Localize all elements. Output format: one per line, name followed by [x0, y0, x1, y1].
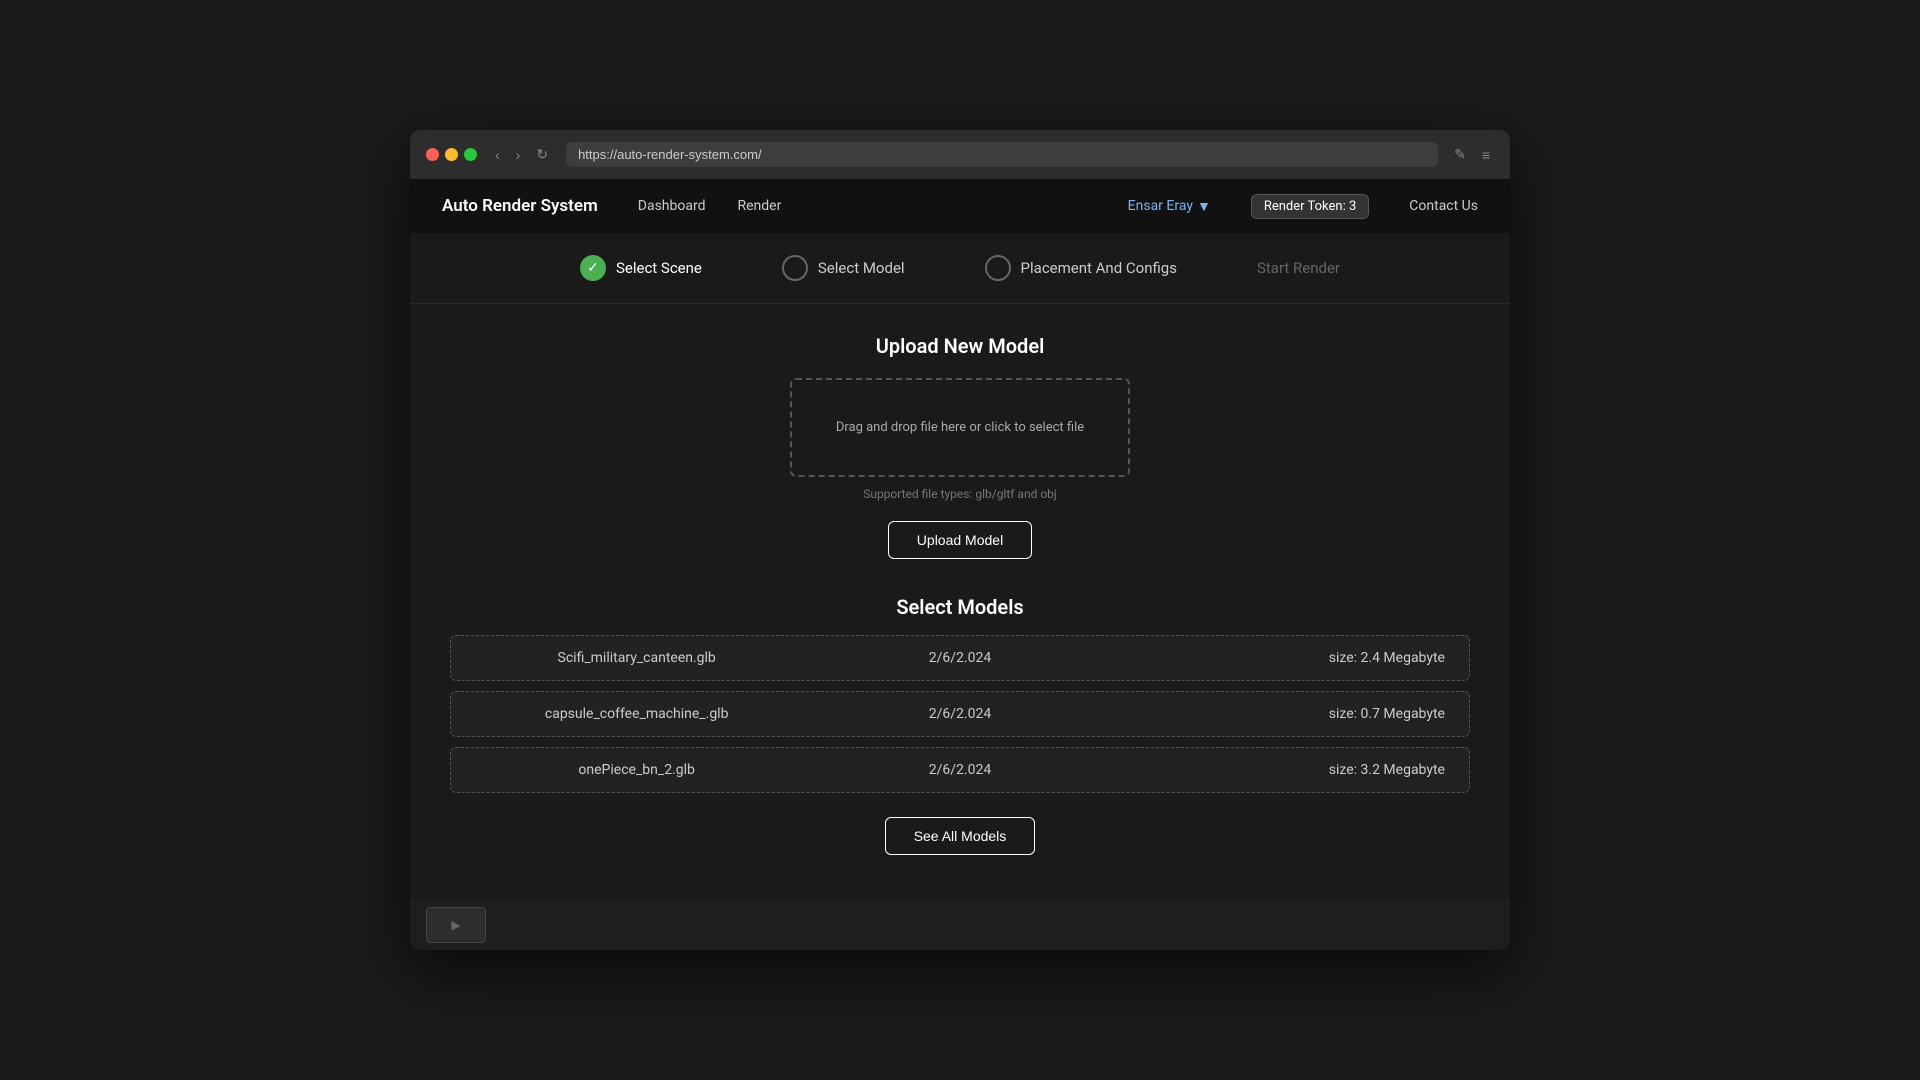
nav-user-dropdown[interactable]: Ensar Eray ▼: [1128, 198, 1211, 215]
browser-actions: ✎ ≡: [1450, 144, 1494, 165]
bottom-bar: ▶: [410, 900, 1510, 950]
upload-btn-container: Upload Model: [450, 521, 1470, 559]
models-section-title: Select Models: [450, 595, 1470, 619]
browser-chrome: ‹ › ↻ ✎ ≡: [410, 130, 1510, 179]
model-name-0: Scifi_military_canteen.glb: [475, 650, 798, 666]
see-all-btn-container: See All Models: [450, 817, 1470, 855]
traffic-lights: [426, 148, 477, 161]
step-label-placement: Placement And Configs: [1021, 259, 1177, 277]
file-dropzone[interactable]: Drag and drop file here or click to sele…: [790, 378, 1130, 477]
step-label-select-scene: Select Scene: [616, 259, 702, 277]
step-label-select-model: Select Model: [818, 259, 905, 277]
nav-links: Dashboard Render: [638, 198, 1088, 214]
model-size-2: size: 3.2 Megabyte: [1122, 762, 1445, 778]
model-date-2: 2/6/2.024: [798, 762, 1121, 778]
model-row[interactable]: onePiece_bn_2.glb 2/6/2.024 size: 3.2 Me…: [450, 747, 1470, 793]
model-name-2: onePiece_bn_2.glb: [475, 762, 798, 778]
models-list: Scifi_military_canteen.glb 2/6/2.024 siz…: [450, 635, 1470, 793]
forward-button[interactable]: ›: [510, 144, 527, 165]
steps-bar: ✓ Select Scene Select Model Placement An…: [410, 233, 1510, 304]
step-circle-select-scene: ✓: [580, 255, 606, 281]
minimize-button[interactable]: [445, 148, 458, 161]
edit-icon[interactable]: ✎: [1450, 144, 1470, 165]
chevron-down-icon: ▼: [1197, 198, 1211, 215]
model-size-1: size: 0.7 Megabyte: [1122, 706, 1445, 722]
see-all-models-button[interactable]: See All Models: [885, 817, 1036, 855]
main-content: Upload New Model Drag and drop file here…: [410, 304, 1510, 900]
nav-user-name: Ensar Eray: [1128, 198, 1193, 214]
checkmark-icon: ✓: [587, 260, 599, 276]
model-row[interactable]: capsule_coffee_machine_.glb 2/6/2.024 si…: [450, 691, 1470, 737]
nav-link-render[interactable]: Render: [738, 198, 782, 214]
render-token-badge[interactable]: Render Token: 3: [1251, 194, 1369, 219]
app-content: Auto Render System Dashboard Render Ensa…: [410, 179, 1510, 950]
menu-icon[interactable]: ≡: [1478, 144, 1494, 165]
upload-model-button[interactable]: Upload Model: [888, 521, 1032, 559]
model-name-1: capsule_coffee_machine_.glb: [475, 706, 798, 722]
step-select-model[interactable]: Select Model: [782, 255, 905, 281]
model-date-1: 2/6/2.024: [798, 706, 1121, 722]
thumbnail-preview: ▶: [426, 907, 486, 943]
maximize-button[interactable]: [464, 148, 477, 161]
address-bar[interactable]: [566, 142, 1438, 167]
upload-section-title: Upload New Model: [450, 334, 1470, 358]
step-start-render: Start Render: [1257, 259, 1340, 277]
close-button[interactable]: [426, 148, 439, 161]
top-nav: Auto Render System Dashboard Render Ensa…: [410, 179, 1510, 233]
browser-nav-buttons: ‹ › ↻: [489, 144, 554, 165]
nav-link-dashboard[interactable]: Dashboard: [638, 198, 706, 214]
supported-types-text: Supported file types: glb/gltf and obj: [450, 487, 1470, 501]
back-button[interactable]: ‹: [489, 144, 506, 165]
model-date-0: 2/6/2.024: [798, 650, 1121, 666]
dropzone-text: Drag and drop file here or click to sele…: [836, 420, 1084, 435]
reload-button[interactable]: ↻: [530, 144, 554, 165]
step-label-start-render: Start Render: [1257, 259, 1340, 277]
step-select-scene[interactable]: ✓ Select Scene: [580, 255, 702, 281]
app-logo: Auto Render System: [442, 196, 598, 216]
model-size-0: size: 2.4 Megabyte: [1122, 650, 1445, 666]
thumb-arrow-icon: ▶: [451, 918, 460, 932]
step-circle-select-model: [782, 255, 808, 281]
model-row[interactable]: Scifi_military_canteen.glb 2/6/2.024 siz…: [450, 635, 1470, 681]
step-placement[interactable]: Placement And Configs: [985, 255, 1177, 281]
step-circle-placement: [985, 255, 1011, 281]
nav-contact[interactable]: Contact Us: [1409, 198, 1478, 214]
browser-window: ‹ › ↻ ✎ ≡ Auto Render System Dashboard R…: [410, 130, 1510, 950]
